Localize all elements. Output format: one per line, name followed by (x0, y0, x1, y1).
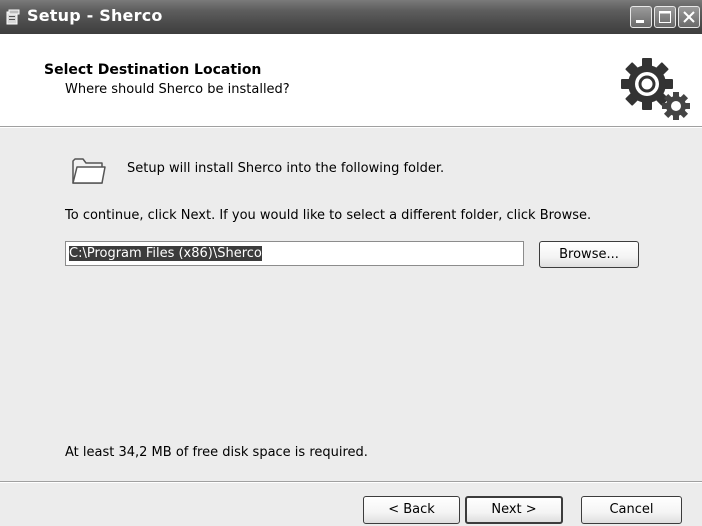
maximize-icon (659, 11, 671, 23)
close-button[interactable] (678, 6, 700, 28)
installer-icon (6, 9, 20, 25)
folder-icon (72, 158, 106, 184)
window-title: Setup - Sherco (27, 6, 163, 25)
destination-path-value: C:\Program Files (x86)\Sherco (69, 246, 262, 261)
setup-window: Setup - Sherco Select Destination Locati… (0, 0, 702, 526)
folder-message: Setup will install Sherco into the follo… (127, 161, 445, 176)
cancel-button[interactable]: Cancel (581, 496, 682, 524)
browse-button[interactable]: Browse... (539, 241, 639, 268)
minimize-icon (636, 20, 644, 23)
header-divider (0, 127, 702, 128)
page-title: Select Destination Location (44, 62, 262, 78)
disk-space-message: At least 34,2 MB of free disk space is r… (65, 445, 368, 460)
wizard-header: Select Destination Location Where should… (0, 34, 702, 127)
footer-divider-highlight (0, 482, 702, 483)
gear-icon (621, 58, 690, 120)
maximize-button[interactable] (654, 6, 676, 28)
page-subtitle: Where should Sherco be installed? (65, 82, 290, 97)
destination-path-input[interactable]: C:\Program Files (x86)\Sherco (65, 241, 524, 266)
minimize-button[interactable] (630, 6, 652, 28)
title-bar[interactable]: Setup - Sherco (0, 0, 702, 34)
continue-instructions: To continue, click Next. If you would li… (65, 208, 592, 223)
next-button[interactable]: Next > (465, 496, 563, 524)
close-icon (683, 11, 695, 23)
back-button[interactable]: < Back (363, 496, 460, 524)
